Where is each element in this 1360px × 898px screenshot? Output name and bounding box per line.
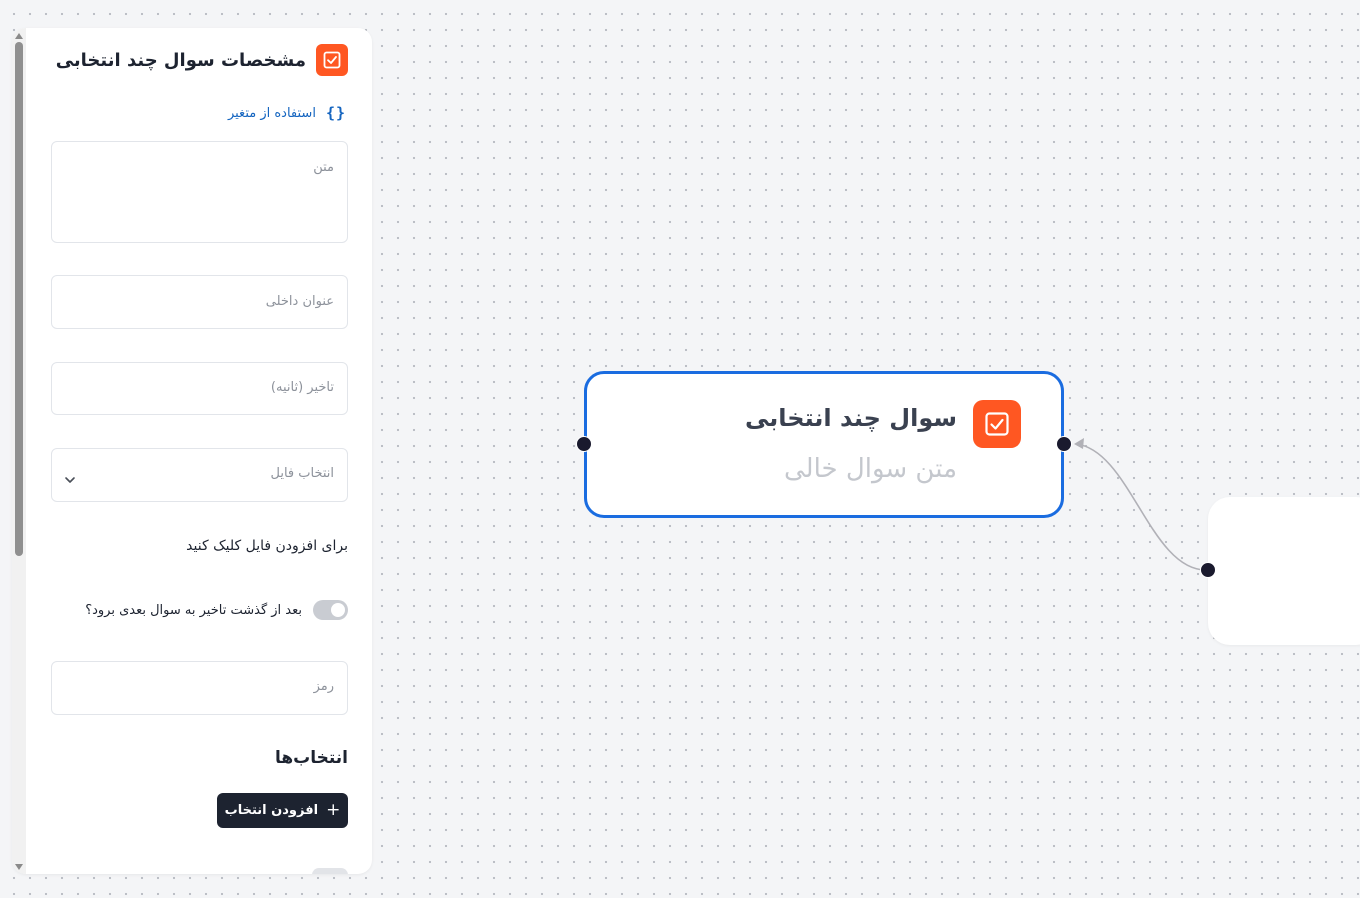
multiple-choice-node[interactable]: سوال چند انتخابی متن سوال خالی [584,371,1064,518]
partial-node[interactable] [1208,497,1360,645]
node-input-handle[interactable] [576,436,592,452]
node-title: سوال چند انتخابی [744,404,957,432]
node-subtitle: متن سوال خالی [783,454,957,484]
node-output-handle[interactable] [1056,436,1072,452]
partial-node-handle[interactable] [1200,562,1216,578]
edge-arrowhead [1074,438,1084,449]
connection-edge[interactable] [1075,443,1207,571]
checkbox-icon [973,400,1021,448]
